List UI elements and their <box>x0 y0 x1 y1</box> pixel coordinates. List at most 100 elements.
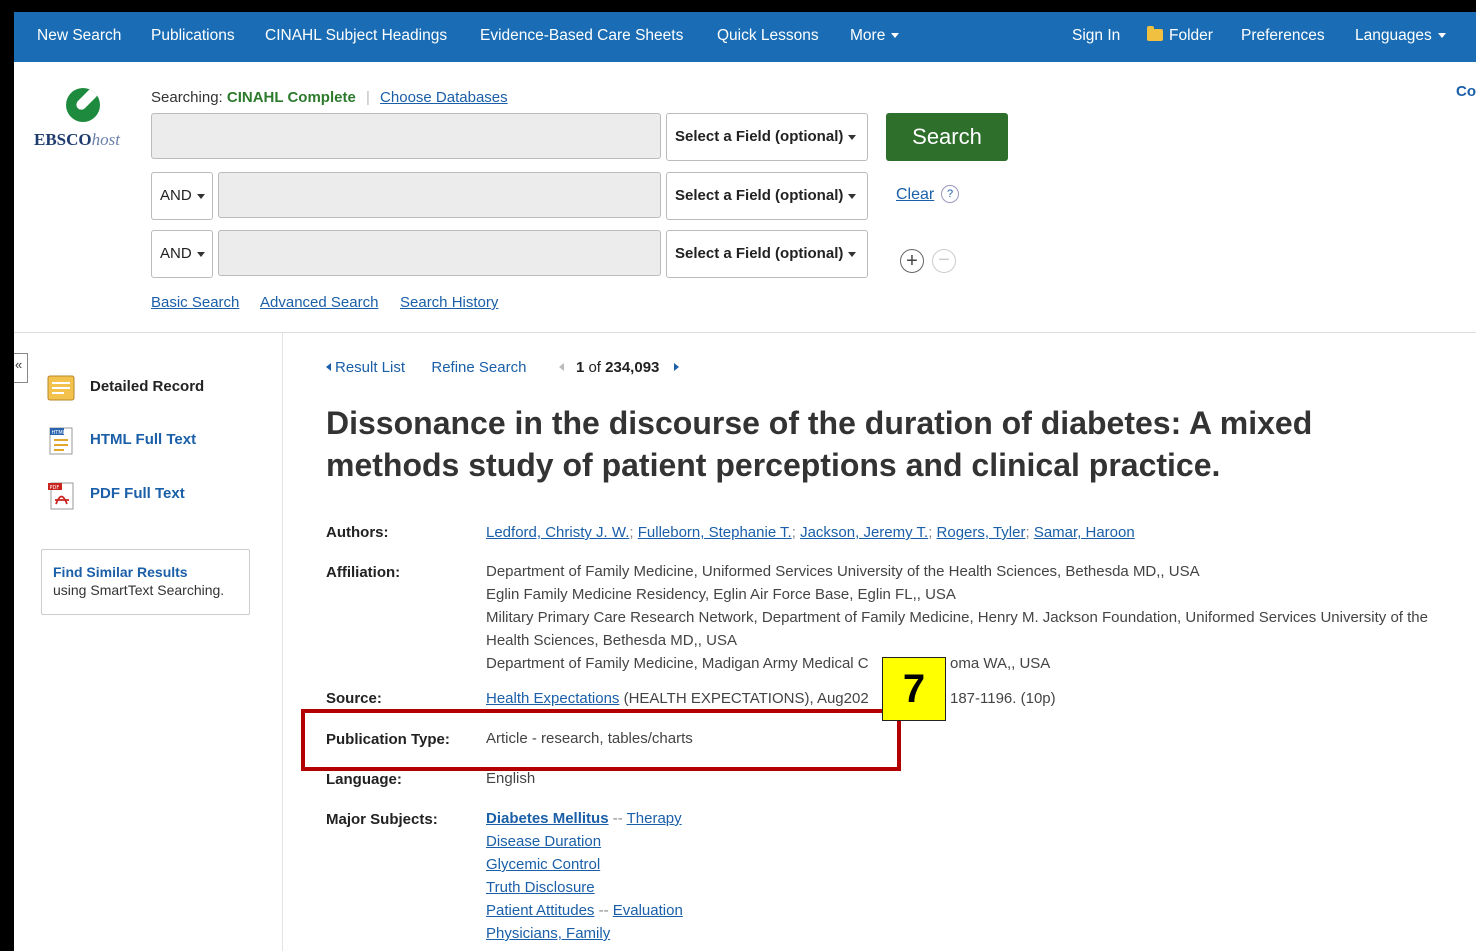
triangle-left-icon <box>326 363 331 371</box>
source-details-end: 187-1196. (10p) <box>950 690 1056 707</box>
svg-text:PDF: PDF <box>50 485 60 491</box>
searching-label: Searching: CINAHL Complete | Choose Data… <box>151 89 508 106</box>
subject-link[interactable]: Truth Disclosure <box>486 879 595 896</box>
caret-down-icon <box>196 251 205 257</box>
subject-qualifier-link[interactable]: Evaluation <box>613 902 683 919</box>
nav-sign-in[interactable]: Sign In <box>1072 12 1120 62</box>
searching-database: CINAHL Complete <box>226 89 356 106</box>
field-select-2[interactable]: Select a Field (optional) <box>666 172 868 220</box>
ebscohost-logo[interactable]: EBSCOhost <box>34 84 134 154</box>
subject-row: Diabetes Mellitus -- Therapy <box>486 810 682 827</box>
authors-label: Authors: <box>326 524 389 541</box>
search-input-3[interactable] <box>218 230 661 276</box>
search-button[interactable]: Search <box>886 113 1008 161</box>
screenshot-frame: New Search Publications CINAHL Subject H… <box>0 0 1476 951</box>
nav-languages[interactable]: Languages <box>1355 12 1446 62</box>
subject-row: Glycemic Control <box>486 853 600 876</box>
caret-down-icon <box>196 193 205 199</box>
sidebar-item-label: HTML Full Text <box>90 431 197 448</box>
field-select-label: Select a Field (optional) <box>675 128 844 145</box>
author-link[interactable]: Jackson, Jeremy T. <box>800 524 928 541</box>
detailed-record-icon <box>47 375 75 401</box>
highlight-box <box>301 709 901 771</box>
subject-qualifier-link[interactable]: Therapy <box>627 810 682 827</box>
top-border <box>0 0 1476 12</box>
caret-down-icon <box>848 251 857 257</box>
nav-more-label: More <box>850 27 886 44</box>
nav-new-search[interactable]: New Search <box>37 12 121 62</box>
nav-preferences[interactable]: Preferences <box>1241 12 1325 62</box>
next-record-icon[interactable] <box>673 363 679 371</box>
author-link[interactable]: Fulleborn, Stephanie T. <box>638 524 792 541</box>
choose-databases-link[interactable]: Choose Databases <box>380 89 508 106</box>
language-label: Language: <box>326 771 402 788</box>
logo-text: EBSCOhost <box>34 130 120 149</box>
nav-folder[interactable]: Folder <box>1147 12 1213 62</box>
affiliation-line: Health Sciences, Bethesda MD,, USA <box>486 632 737 649</box>
author-link[interactable]: Samar, Haroon <box>1034 524 1135 541</box>
subject-row: Disease Duration <box>486 830 601 853</box>
bool-select-2[interactable]: AND <box>151 172 213 220</box>
search-input-2[interactable] <box>218 172 661 218</box>
nav-cinahl-subject-headings[interactable]: CINAHL Subject Headings <box>265 12 447 62</box>
top-nav-bar: New Search Publications CINAHL Subject H… <box>14 12 1476 62</box>
field-select-1[interactable]: Select a Field (optional) <box>666 113 868 161</box>
bool-select-label: AND <box>160 245 192 262</box>
refine-search-link[interactable]: Refine Search <box>431 359 526 376</box>
nav-languages-label: Languages <box>1355 27 1432 44</box>
folder-icon <box>1147 26 1163 41</box>
affiliation-line: Department of Family Medicine, Uniformed… <box>486 563 1200 580</box>
caret-down-icon <box>848 134 857 140</box>
nav-evidence-based-care-sheets[interactable]: Evidence-Based Care Sheets <box>480 12 683 62</box>
html-document-icon: HTML <box>49 427 73 455</box>
basic-search-link[interactable]: Basic Search <box>151 294 239 311</box>
affiliation-label: Affiliation: <box>326 564 401 581</box>
source-details: (HEALTH EXPECTATIONS), Aug202 <box>619 690 869 707</box>
find-similar-title[interactable]: Find Similar Results <box>53 564 238 580</box>
search-history-link[interactable]: Search History <box>400 294 498 311</box>
nav-publications[interactable]: Publications <box>151 12 235 62</box>
annotation-number-badge: 7 <box>882 657 946 721</box>
clear-link[interactable]: Clear <box>896 186 934 204</box>
field-select-label: Select a Field (optional) <box>675 245 844 262</box>
field-select-label: Select a Field (optional) <box>675 187 844 204</box>
remove-row-minus-icon[interactable]: − <box>932 249 956 273</box>
subject-link[interactable]: Diabetes Mellitus <box>486 810 609 827</box>
ebsco-leaf-icon <box>66 88 100 122</box>
result-list-link[interactable]: Result List <box>335 359 405 376</box>
nav-more[interactable]: More <box>850 12 900 62</box>
affiliation-line: Military Primary Care Research Network, … <box>486 609 1428 626</box>
field-select-3[interactable]: Select a Field (optional) <box>666 230 868 278</box>
caret-down-icon <box>848 193 857 199</box>
affiliation-line: Department of Family Medicine, Madigan A… <box>486 655 869 672</box>
left-sidebar: « Detailed Record HTML HTML Full Text PD… <box>14 333 283 951</box>
pdf-document-icon: PDF <box>48 482 74 510</box>
corner-link[interactable]: Co <box>1456 83 1476 100</box>
record-of-label: of <box>588 359 601 376</box>
subject-link[interactable]: Patient Attitudes <box>486 902 594 919</box>
help-icon[interactable]: ? <box>941 185 959 203</box>
nav-folder-label: Folder <box>1169 27 1213 44</box>
add-row-plus-icon[interactable]: + <box>900 249 924 273</box>
affiliation-line: Eglin Family Medicine Residency, Eglin A… <box>486 586 956 603</box>
source-value: Health Expectations (HEALTH EXPECTATIONS… <box>486 687 869 710</box>
record-position: 1 <box>575 359 585 376</box>
left-border <box>0 0 14 951</box>
svg-text:HTML: HTML <box>52 430 66 436</box>
find-similar-box[interactable]: Find Similar Results using SmartText Sea… <box>41 549 250 615</box>
collapse-sidebar-button[interactable]: « <box>14 353 28 383</box>
source-journal-link[interactable]: Health Expectations <box>486 690 619 707</box>
author-link[interactable]: Rogers, Tyler <box>937 524 1026 541</box>
subject-row: Truth Disclosure <box>486 876 595 899</box>
search-input-1[interactable] <box>151 113 661 159</box>
subject-row: Physicians, Family <box>486 922 610 945</box>
advanced-search-link[interactable]: Advanced Search <box>260 294 378 311</box>
subject-link[interactable]: Disease Duration <box>486 833 601 850</box>
subject-link[interactable]: Physicians, Family <box>486 925 610 942</box>
bool-select-3[interactable]: AND <box>151 230 213 278</box>
subject-link[interactable]: Glycemic Control <box>486 856 600 873</box>
nav-quick-lessons[interactable]: Quick Lessons <box>717 12 819 62</box>
author-link[interactable]: Ledford, Christy J. W. <box>486 524 629 541</box>
caret-down-icon <box>1437 33 1446 39</box>
prev-record-icon[interactable] <box>558 363 564 371</box>
